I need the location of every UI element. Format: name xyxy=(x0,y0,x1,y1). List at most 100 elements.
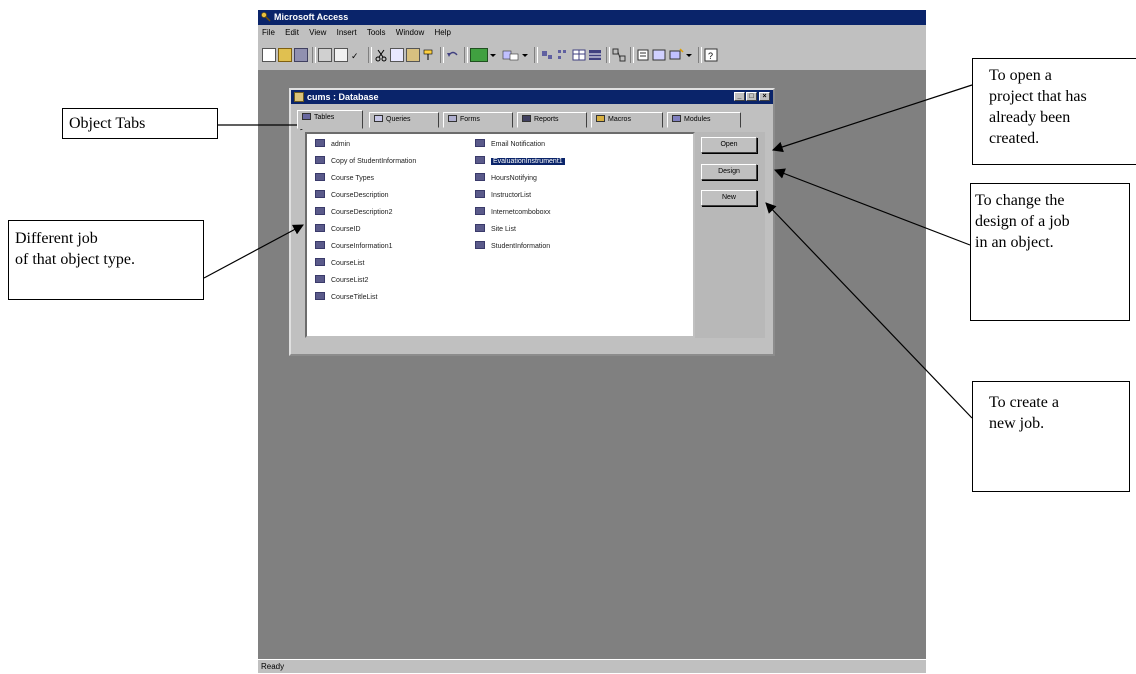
tab-reports-label: Reports xyxy=(534,116,559,123)
table-icon xyxy=(315,292,325,300)
menu-tools[interactable]: Tools xyxy=(363,25,390,41)
close-button[interactable]: × xyxy=(759,92,770,101)
table-icon xyxy=(302,113,311,120)
new-button[interactable]: New xyxy=(701,190,757,206)
undo-icon[interactable] xyxy=(446,48,460,62)
properties-icon[interactable] xyxy=(636,48,650,62)
toolbar: ✓ ? xyxy=(258,41,926,71)
tab-forms[interactable]: Forms xyxy=(443,112,513,128)
save-icon[interactable] xyxy=(294,48,308,62)
list-item[interactable]: Email Notification xyxy=(475,138,545,152)
design-button[interactable]: Design xyxy=(701,164,757,180)
table-icon xyxy=(475,139,485,147)
new-document-icon[interactable] xyxy=(262,48,276,62)
form-icon xyxy=(448,115,457,122)
module-icon xyxy=(672,115,681,122)
paste-icon[interactable] xyxy=(406,48,420,62)
list-item[interactable]: CourseTitleList xyxy=(315,291,377,305)
dropdown-arrow-icon[interactable] xyxy=(686,48,692,62)
list-item[interactable]: CourseDescription xyxy=(315,189,389,203)
relationships-icon[interactable] xyxy=(612,48,626,62)
database-icon xyxy=(294,92,304,102)
menu-edit[interactable]: Edit xyxy=(281,25,303,41)
tab-macros[interactable]: Macros xyxy=(591,112,663,128)
callout-object-tabs-text: Object Tabs xyxy=(69,115,146,132)
menu-help[interactable]: Help xyxy=(430,25,454,41)
table-icon xyxy=(315,190,325,198)
list-view-icon[interactable] xyxy=(572,48,586,62)
format-painter-icon[interactable] xyxy=(422,48,436,62)
table-icon xyxy=(475,224,485,232)
menu-file[interactable]: File xyxy=(258,25,279,41)
callout-line: To create a xyxy=(989,394,1059,411)
list-item[interactable]: CourseList xyxy=(315,257,364,271)
list-item[interactable]: admin xyxy=(315,138,350,152)
table-icon xyxy=(315,156,325,164)
tab-queries-label: Queries xyxy=(386,116,411,123)
table-icon xyxy=(475,241,485,249)
spelling-icon[interactable]: ✓ xyxy=(350,48,364,62)
menu-window[interactable]: Window xyxy=(392,25,428,41)
report-icon xyxy=(522,115,531,122)
analyze-icon[interactable] xyxy=(502,48,520,62)
callout-line: To open a xyxy=(989,67,1052,84)
toolbar-separator xyxy=(534,47,538,63)
table-icon xyxy=(315,207,325,215)
dropdown-arrow-icon[interactable] xyxy=(522,48,528,62)
copy-icon[interactable] xyxy=(390,48,404,62)
print-preview-icon[interactable] xyxy=(334,48,348,62)
list-item[interactable]: CourseInformation1 xyxy=(315,240,392,254)
status-text: Ready xyxy=(261,662,285,671)
list-item[interactable]: Internetcomboboxx xyxy=(475,206,551,220)
toolbar-separator xyxy=(312,47,316,63)
list-item[interactable]: Course Types xyxy=(315,172,374,186)
large-icons-icon[interactable] xyxy=(540,48,554,62)
app-titlebar[interactable]: Microsoft Access xyxy=(258,10,926,25)
tab-modules[interactable]: Modules xyxy=(667,112,741,128)
list-item-selected[interactable]: EvaluationInstrument1 xyxy=(475,155,565,169)
callout-line: created. xyxy=(989,130,1040,147)
menu-view[interactable]: View xyxy=(305,25,330,41)
callout-change-design: To change the design of a job in an obje… xyxy=(970,183,1130,321)
office-assistant-icon[interactable]: ? xyxy=(704,48,718,62)
svg-text:?: ? xyxy=(708,51,713,61)
list-item[interactable]: Copy of StudentInformation xyxy=(315,155,416,169)
tab-tables[interactable]: Tables xyxy=(297,110,363,129)
table-icon xyxy=(475,207,485,215)
details-view-icon[interactable] xyxy=(588,48,602,62)
new-object-icon[interactable] xyxy=(668,48,684,62)
table-icon xyxy=(475,173,485,181)
app-title: Microsoft Access xyxy=(274,12,349,22)
list-item[interactable]: HoursNotifying xyxy=(475,172,537,186)
table-icon xyxy=(475,190,485,198)
maximize-button[interactable]: □ xyxy=(746,92,757,101)
open-button[interactable]: Open xyxy=(701,137,757,153)
list-item[interactable]: Site List xyxy=(475,223,516,237)
tab-reports[interactable]: Reports xyxy=(517,112,587,128)
list-item[interactable]: CourseID xyxy=(315,223,361,237)
code-icon[interactable] xyxy=(652,48,666,62)
tab-queries[interactable]: Queries xyxy=(369,112,439,128)
database-titlebar[interactable]: cums : Database _ □ × xyxy=(291,90,773,104)
cut-icon[interactable] xyxy=(374,48,388,62)
macro-icon xyxy=(596,115,605,122)
list-item[interactable]: CourseDescription2 xyxy=(315,206,392,220)
minimize-button[interactable]: _ xyxy=(734,92,745,101)
list-item[interactable]: InstructorList xyxy=(475,189,531,203)
callout-line: project that has xyxy=(989,88,1087,105)
table-icon xyxy=(475,156,485,164)
object-list[interactable]: admin Copy of StudentInformation Course … xyxy=(305,132,695,338)
toolbar-separator xyxy=(630,47,634,63)
tab-tables-label: Tables xyxy=(314,114,335,121)
dropdown-arrow-icon[interactable] xyxy=(490,48,496,62)
print-icon[interactable] xyxy=(318,48,332,62)
toolbar-separator xyxy=(606,47,610,63)
list-item[interactable]: StudentInformation xyxy=(475,240,550,254)
open-folder-icon[interactable] xyxy=(278,48,292,62)
small-icons-icon[interactable] xyxy=(556,48,570,62)
list-item[interactable]: CourseList2 xyxy=(315,274,368,288)
menu-insert[interactable]: Insert xyxy=(333,25,361,41)
database-title: cums : Database xyxy=(307,92,379,102)
table-icon xyxy=(315,241,325,249)
office-links-icon[interactable] xyxy=(470,48,488,62)
